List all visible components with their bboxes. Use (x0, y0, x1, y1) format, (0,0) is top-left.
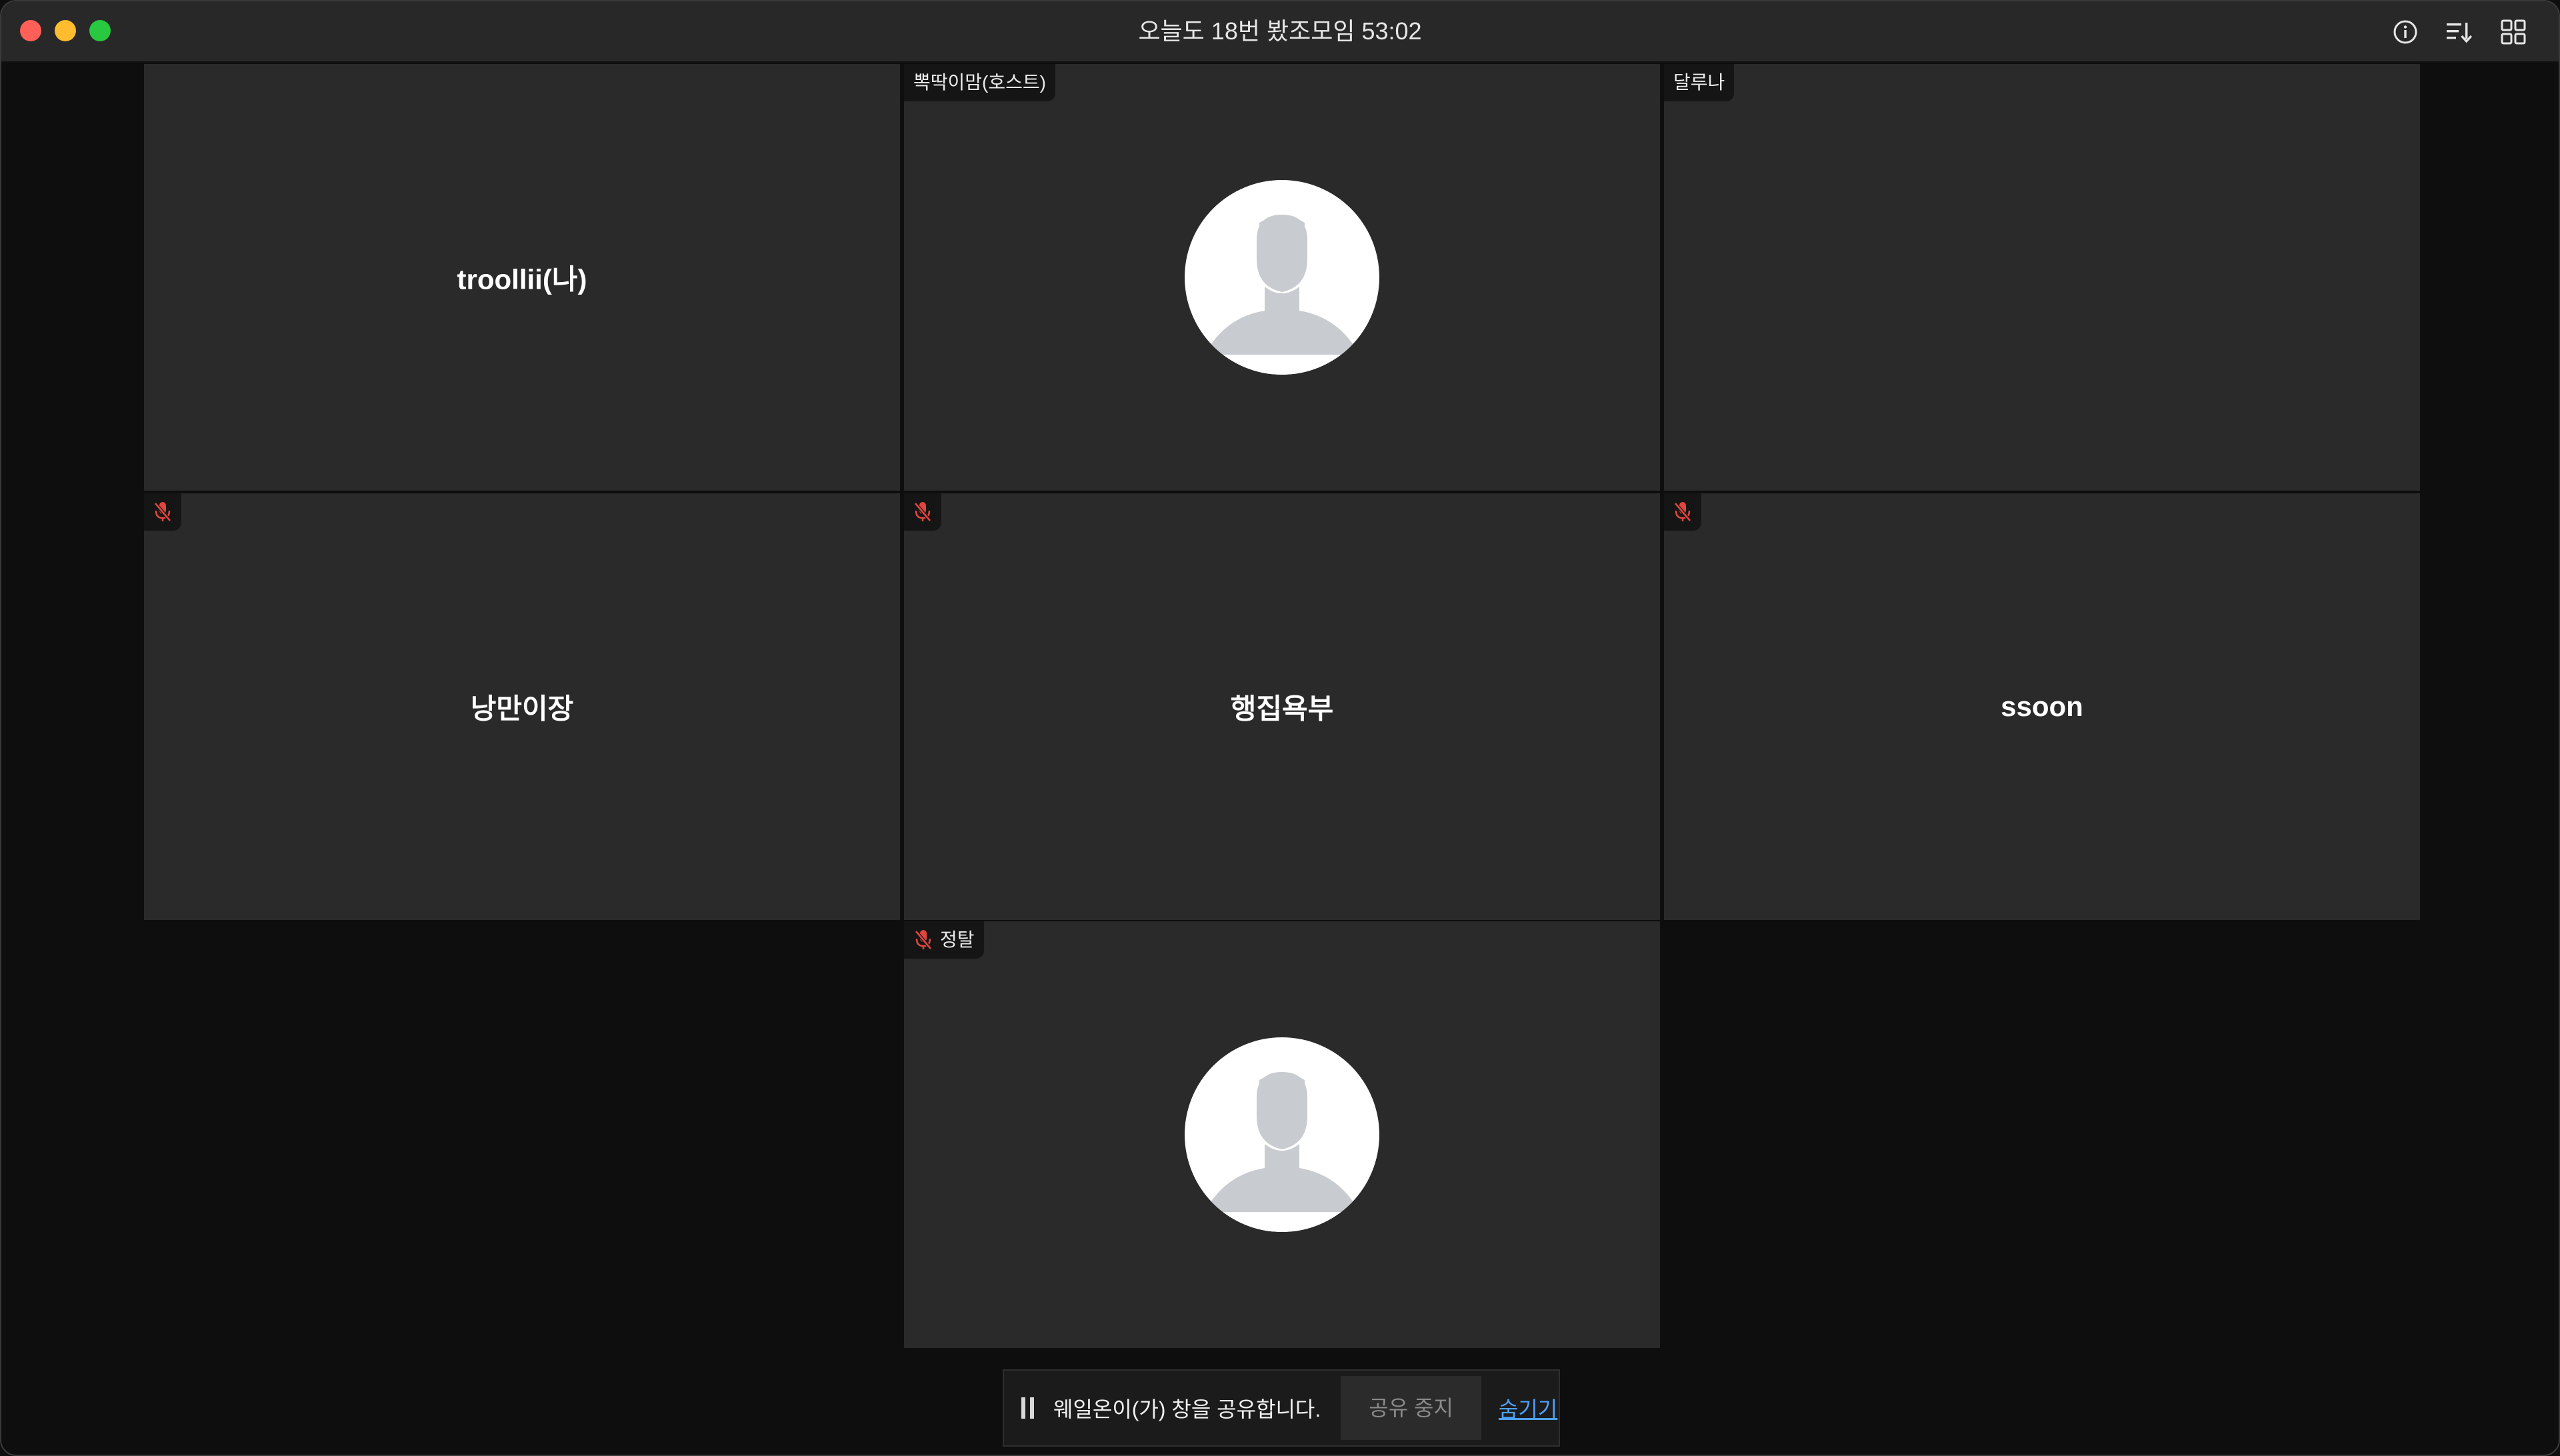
title-bar: 오늘도 18번 봤조모임 53:02 (1, 1, 2559, 63)
muted-mic-badge (144, 493, 181, 531)
video-tile-ssoon[interactable]: ssoon (1664, 493, 2420, 920)
info-icon[interactable] (2391, 17, 2420, 47)
mic-muted-icon (1674, 502, 1691, 522)
video-tile-dalruna[interactable]: 달루나 (1664, 64, 2420, 491)
participant-name: troollii(나) (457, 263, 587, 295)
video-tile-troollii[interactable]: troollii(나) (144, 64, 900, 491)
mic-muted-icon (154, 502, 171, 522)
muted-mic-badge (1664, 493, 1701, 531)
default-avatar-icon (1185, 1037, 1379, 1232)
screen-share-bar: 웨일온이(가) 창을 공유합니다. 공유 중지 숨기기 (1003, 1369, 1560, 1447)
window-title: 오늘도 18번 봤조모임 53:02 (1138, 17, 1422, 45)
pause-icon (1021, 1397, 1035, 1419)
share-message: 웨일온이(가) 창을 공유합니다. (1053, 1397, 1321, 1421)
video-tile-haengjip[interactable]: 행집욕부 (904, 493, 1660, 920)
participant-label-text: 뽁딱이맘(호스트) (913, 72, 1046, 93)
participant-name: ssoon (2001, 691, 2083, 722)
default-avatar-icon (1185, 180, 1379, 375)
video-tile-host[interactable]: 뽁딱이맘(호스트) (904, 64, 1660, 491)
participant-label: 달루나 (1664, 64, 1735, 101)
video-tile-jeongtal[interactable]: 정탈 (904, 921, 1660, 1348)
participant-label: 뽁딱이맘(호스트) (904, 64, 1055, 101)
video-tile-nangmanijang[interactable]: 낭만이장 (144, 493, 900, 920)
avatar (1185, 180, 1379, 375)
mic-muted-icon (914, 502, 931, 522)
participant-label: 정탈 (904, 921, 984, 959)
grid-view-icon[interactable] (2499, 17, 2528, 47)
muted-mic-badge (904, 493, 941, 531)
participant-name: 행집욕부 (1230, 693, 1334, 725)
sort-icon[interactable] (2444, 17, 2473, 47)
participant-label-text: 정탈 (940, 929, 975, 950)
avatar (1185, 1037, 1379, 1232)
participant-label-text: 달루나 (1673, 72, 1725, 93)
mic-muted-icon (915, 930, 932, 950)
hide-link[interactable]: 숨기기 (1499, 1393, 1557, 1423)
stop-sharing-button[interactable]: 공유 중지 (1341, 1376, 1481, 1440)
participant-name: 낭만이장 (470, 693, 574, 725)
meeting-window: 오늘도 18번 봤조모임 53:02 troollii(나) 뽁딱이맘(호스트) (0, 0, 2560, 1456)
